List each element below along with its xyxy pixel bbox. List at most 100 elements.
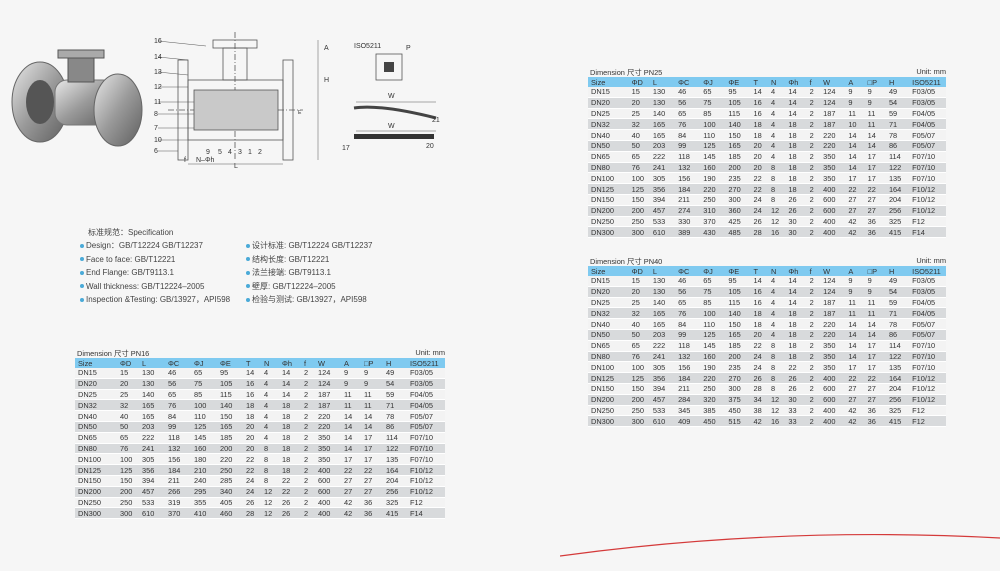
- table-cell: F10/12: [912, 384, 936, 394]
- table-row: DN80 76 241 132 160 200 20 8 18 2 350 14 17 122 F07/10: [75, 443, 445, 454]
- table-cell: 2: [809, 395, 814, 405]
- table-cell: 210: [194, 465, 207, 475]
- dimension-table-pn40: Dimension 尺寸 PN40 Unit: mm Size ΦD L ΦC ΦJ ΦE T N…: [588, 256, 946, 427]
- table-cell: 36: [867, 405, 876, 415]
- table-cell: 164: [888, 184, 902, 194]
- table-cell: 27: [344, 487, 353, 497]
- table-cell: 22: [788, 362, 797, 372]
- table-row: DN300 300 610 370 410 460 28 12 26 2 400 42 36 415 F14: [75, 507, 445, 519]
- table-cell: DN25: [591, 108, 610, 118]
- column-header: Φh: [282, 358, 293, 368]
- table-cell: F12: [410, 497, 423, 507]
- table-cell: 14: [788, 276, 797, 286]
- table-cell: 32: [120, 400, 129, 410]
- table-cell: 65: [168, 389, 177, 399]
- table-cell: 2: [809, 130, 814, 140]
- table-cell: 10: [848, 119, 857, 129]
- table-cell: 350: [823, 351, 836, 361]
- column-header: N: [770, 266, 777, 276]
- table-cell: 274: [678, 206, 691, 216]
- table-cell: 4: [770, 119, 776, 129]
- column-header: N: [770, 77, 777, 87]
- table-cell: 124: [318, 379, 331, 389]
- table-cell: 14: [282, 379, 291, 389]
- table-cell: 11: [364, 389, 372, 399]
- table-cell: 125: [703, 330, 716, 340]
- table-cell: 27: [364, 487, 373, 497]
- table-cell: 185: [220, 433, 233, 443]
- table-cell: F12: [912, 405, 925, 415]
- table-cell: 84: [678, 130, 687, 140]
- table-cell: 100: [194, 400, 207, 410]
- table-cell: 11: [344, 389, 352, 399]
- table-cell: 350: [318, 454, 331, 464]
- table-cell: 16: [246, 379, 255, 389]
- table-cell: 410: [194, 508, 207, 518]
- table-cell: 4: [770, 130, 776, 140]
- bullet-icon: [246, 257, 250, 262]
- table-cell: 118: [678, 152, 690, 162]
- column-header: □P: [867, 77, 878, 87]
- table-cell: 270: [728, 184, 741, 194]
- table-cell: 18: [788, 341, 797, 351]
- table-cell: 59: [386, 389, 395, 399]
- table-cell: 30: [788, 216, 797, 226]
- table-cell: 8: [770, 173, 776, 183]
- table-cell: F07/10: [912, 341, 936, 351]
- table-cell: 610: [652, 227, 666, 237]
- table-cell: F07/10: [912, 152, 936, 162]
- table-cell: 200: [631, 395, 644, 405]
- table-cell: DN125: [78, 465, 102, 475]
- table-cell: 27: [848, 206, 857, 216]
- table-cell: 135: [888, 362, 902, 372]
- iso-label: ISO5211: [354, 43, 381, 50]
- table-cell: 400: [823, 227, 836, 237]
- table-cell: 26: [282, 508, 291, 518]
- table-cell: 11: [344, 400, 352, 410]
- table-cell: 18: [788, 184, 797, 194]
- table-cell: 220: [703, 184, 716, 194]
- table-cell: 76: [678, 119, 687, 129]
- table-cell: 165: [142, 411, 155, 421]
- table-cell: 8: [264, 465, 269, 475]
- column-header: H: [888, 266, 895, 276]
- table-cell: 185: [728, 152, 741, 162]
- table-cell: 4: [264, 400, 269, 410]
- handle-drawing: ISO5211 P W 21 W 17 20: [340, 38, 450, 158]
- table-cell: 2: [304, 465, 309, 475]
- table-unit: Unit: mm: [415, 348, 445, 357]
- table-cell: 2: [809, 216, 814, 226]
- table-cell: DN65: [591, 341, 610, 351]
- table-cell: 20: [631, 287, 640, 297]
- table-cell: 22: [848, 373, 857, 383]
- table-cell: DN100: [591, 362, 615, 372]
- table-cell: 17: [867, 351, 876, 361]
- table-cell: DN250: [591, 405, 615, 415]
- table-cell: 164: [386, 465, 399, 475]
- table-row: DN125 125 356 184 220 270 26 8 26 2 400 22 22 164 F10/…: [588, 372, 946, 384]
- table-cell: 20: [753, 152, 762, 162]
- table-cell: 65: [194, 368, 203, 378]
- spec-title: 标准规范：Specification: [88, 228, 174, 237]
- valve-photo: [0, 40, 150, 170]
- table-cell: 114: [386, 433, 398, 443]
- table-cell: 18: [753, 130, 762, 140]
- table-cell: 26: [788, 384, 797, 394]
- table-cell: 394: [142, 476, 155, 486]
- table-cell: 115: [728, 108, 741, 118]
- dim-f: f: [184, 157, 186, 164]
- table-cell: 20: [120, 379, 129, 389]
- table-cell: 100: [703, 119, 716, 129]
- table-cell: 220: [703, 373, 716, 383]
- table-cell: 140: [652, 108, 666, 118]
- table-cell: 150: [631, 195, 644, 205]
- table-cell: 156: [678, 362, 691, 372]
- table-cell: DN40: [591, 319, 610, 329]
- table-cell: 18: [788, 162, 797, 172]
- table-cell: 9: [344, 379, 349, 389]
- table-row: DN65 65 222 118 145 185 20 4 18 2 350 14 17 114 F07/10: [75, 432, 445, 444]
- table-cell: 533: [652, 216, 666, 226]
- table-cell: 18: [282, 454, 291, 464]
- table-cell: 165: [652, 308, 666, 318]
- table-cell: 2: [304, 476, 309, 486]
